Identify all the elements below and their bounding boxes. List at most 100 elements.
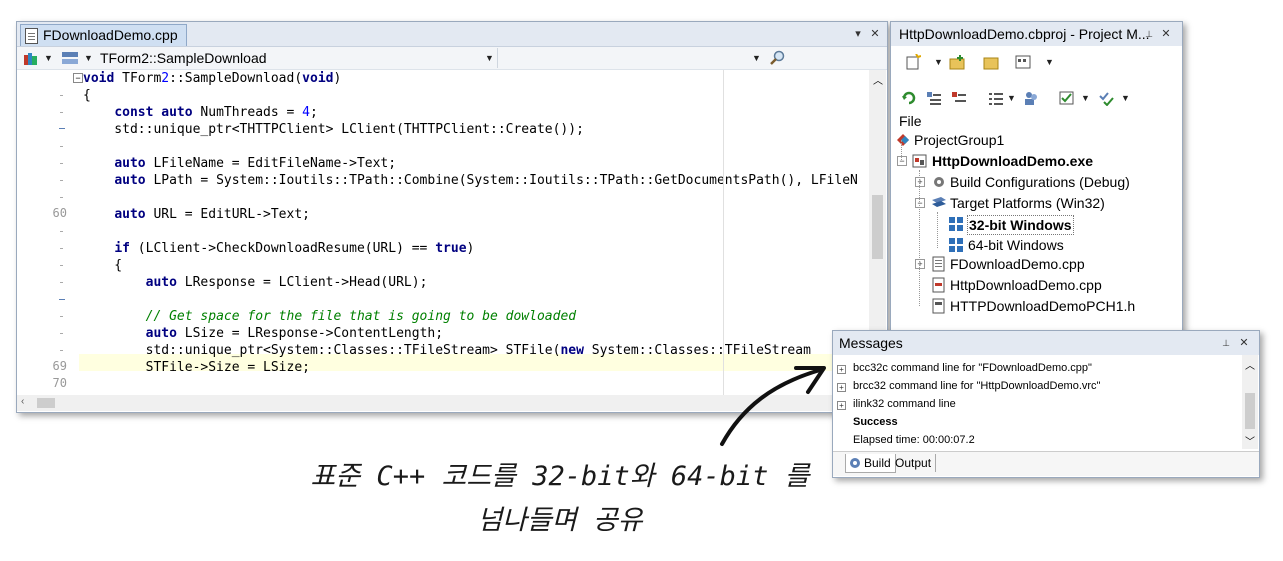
right-margin-line — [723, 70, 724, 400]
chevron-up-icon[interactable]: ︿ — [1245, 357, 1255, 372]
code-line: if (LClient->CheckDownloadResume(URL) ==… — [114, 241, 475, 256]
people-icon[interactable] — [1023, 90, 1039, 106]
editor-tab-fdownloaddemo[interactable]: FDownloadDemo.cpp — [20, 24, 187, 46]
function-combo[interactable]: TForm2::SampleDownload ▼ — [95, 48, 500, 68]
message-row[interactable]: bcc32c command line for "FDownloadDemo.c… — [853, 361, 1092, 375]
editor-toolbar: ▼ ▼ TForm2::SampleDownload ▼ ▼ — [17, 47, 887, 70]
chevron-down-icon[interactable]: ▼ — [1121, 93, 1130, 103]
tree-item-64bit-windows[interactable]: 64-bit Windows — [968, 236, 1064, 254]
messages-header: Messages ⊥ ✕ — [833, 331, 1259, 355]
editor-tab-bar: FDownloadDemo.cpp ▾ ✕ — [17, 22, 887, 47]
windows-logo-icon — [949, 217, 963, 231]
tree-item-target-platforms[interactable]: Target Platforms (Win32) — [950, 194, 1105, 212]
line-number: 60 — [52, 206, 67, 220]
pin-icon[interactable]: ⊥ — [1219, 336, 1233, 350]
code-line: { — [83, 258, 123, 273]
project-manager-title: HttpDownloadDemo.cbproj - Project M... — [899, 26, 1150, 42]
chevron-down-icon[interactable]: ﹀ — [1245, 433, 1255, 448]
chevron-down-icon[interactable]: ▼ — [1007, 93, 1016, 103]
header-file-icon — [932, 298, 945, 314]
books-icon[interactable] — [23, 50, 39, 66]
elapsed-time: Elapsed time: 00:00:07.2 — [853, 434, 975, 446]
member-combo[interactable]: ▼ — [497, 48, 766, 68]
code-area[interactable]: void TForm2::SampleDownload(void) { cons… — [79, 70, 869, 400]
scrollbar-thumb[interactable] — [1245, 393, 1255, 429]
code-line: auto LFileName = EditFileName->Text; — [114, 156, 397, 171]
line-number: 69 — [52, 359, 67, 373]
message-row[interactable]: ilink32 command line — [853, 397, 956, 411]
project-toolbar-row2: ▼ ▼ ▼ — [891, 82, 1182, 114]
code-line: STFile->Size = LSize; — [83, 360, 310, 375]
tree-item-32bit-windows[interactable]: 32-bit Windows — [967, 215, 1074, 235]
windows-logo-icon — [949, 238, 963, 252]
layers-icon — [932, 197, 946, 207]
build-all-icon[interactable] — [1099, 90, 1115, 106]
tab-build[interactable]: Build — [845, 454, 896, 473]
messages-vertical-scrollbar[interactable]: ︿ ﹀ — [1242, 355, 1258, 449]
add-folder-icon[interactable] — [949, 54, 965, 70]
chevron-down-icon[interactable]: ▼ — [1045, 57, 1054, 67]
code-line: auto LPath = System::Ioutils::TPath::Com… — [114, 173, 858, 188]
scrollbar-thumb[interactable] — [872, 195, 883, 259]
editor-tab-label: FDownloadDemo.cpp — [43, 27, 178, 43]
project-manager-header: HttpDownloadDemo.cbproj - Project M... ⊥… — [891, 22, 1182, 46]
project-group-icon — [897, 134, 909, 146]
class-tree-icon[interactable] — [61, 50, 79, 66]
tree-connector — [901, 140, 903, 160]
search-icon[interactable] — [769, 50, 785, 66]
project-toolbar-row1: ▼ ▼ — [891, 46, 1182, 78]
chevron-down-icon[interactable]: ▾ — [851, 27, 865, 41]
tree-connector — [919, 170, 921, 306]
exe-project-icon — [912, 154, 927, 168]
view-icon[interactable] — [1015, 54, 1031, 70]
list-icon[interactable] — [988, 90, 1004, 106]
chevron-up-icon[interactable]: ︿ — [873, 72, 883, 87]
chevron-down-icon[interactable]: ▼ — [485, 48, 494, 68]
close-icon[interactable]: ✕ — [868, 27, 882, 41]
chevron-down-icon[interactable]: ▼ — [1081, 93, 1090, 103]
cpp-file-icon — [25, 28, 38, 44]
code-line: void TForm2::SampleDownload(void) — [83, 71, 342, 86]
tree-item-build-configurations[interactable]: Build Configurations (Debug) — [950, 173, 1130, 191]
line-number: 70 — [52, 376, 67, 390]
tree-item-project[interactable]: HttpDownloadDemo.exe — [932, 152, 1093, 170]
expand-icon[interactable]: + — [837, 401, 846, 410]
new-item-icon[interactable] — [905, 54, 921, 70]
expand-tree-icon[interactable] — [926, 90, 942, 106]
cpp-file-icon — [932, 256, 945, 272]
tree-item-project-group[interactable]: ProjectGroup1 — [914, 131, 1004, 149]
code-editor-window: FDownloadDemo.cpp ▾ ✕ ▼ ▼ TForm2::Sample… — [16, 21, 888, 413]
tab-output[interactable]: Output — [891, 454, 937, 472]
chevron-down-icon[interactable]: ▼ — [752, 48, 761, 68]
close-icon[interactable]: ✕ — [1237, 336, 1251, 350]
tab-build-label: Build — [864, 456, 891, 470]
expand-icon[interactable]: + — [837, 365, 846, 374]
gear-icon — [934, 177, 944, 187]
project-manager-panel: HttpDownloadDemo.cbproj - Project M... ⊥… — [890, 21, 1183, 333]
tree-item-file[interactable]: HTTPDownloadDemoPCH1.h — [950, 297, 1135, 315]
build-check-icon[interactable] — [1059, 90, 1075, 106]
function-combo-value: TForm2::SampleDownload — [100, 50, 267, 66]
chevron-down-icon[interactable]: ▼ — [934, 57, 943, 67]
code-line: // Get space for the file that is going … — [145, 309, 577, 324]
open-folder-icon[interactable] — [983, 54, 999, 70]
messages-title: Messages — [839, 335, 903, 351]
code-line: const auto NumThreads = 4; — [114, 105, 318, 120]
chevron-left-icon[interactable]: ‹ — [21, 396, 24, 407]
chevron-down-icon[interactable]: ▼ — [44, 53, 53, 63]
message-row[interactable]: brcc32 command line for "HttpDownloadDem… — [853, 379, 1100, 393]
messages-list[interactable]: + bcc32c command line for "FDownloadDemo… — [833, 355, 1242, 449]
tree-item-file[interactable]: HttpDownloadDemo.cpp — [950, 276, 1102, 294]
sync-icon[interactable] — [901, 90, 917, 106]
pin-icon[interactable]: ⊥ — [1142, 27, 1156, 41]
collapse-tree-icon[interactable] — [951, 90, 967, 106]
expand-icon[interactable]: + — [837, 383, 846, 392]
code-line: auto LResponse = LClient->Head(URL); — [145, 275, 428, 290]
close-icon[interactable]: ✕ — [1159, 27, 1173, 41]
cpp-file-icon — [932, 277, 945, 293]
tree-item-file[interactable]: FDownloadDemo.cpp — [950, 255, 1085, 273]
chevron-down-icon[interactable]: ▼ — [84, 53, 93, 63]
build-status: Success — [853, 416, 898, 428]
annotation-text: 표준 C++ 코드를 32-bit와 64-bit 를 넘나들며 공유 — [280, 455, 840, 543]
scrollbar-thumb[interactable] — [37, 398, 55, 408]
